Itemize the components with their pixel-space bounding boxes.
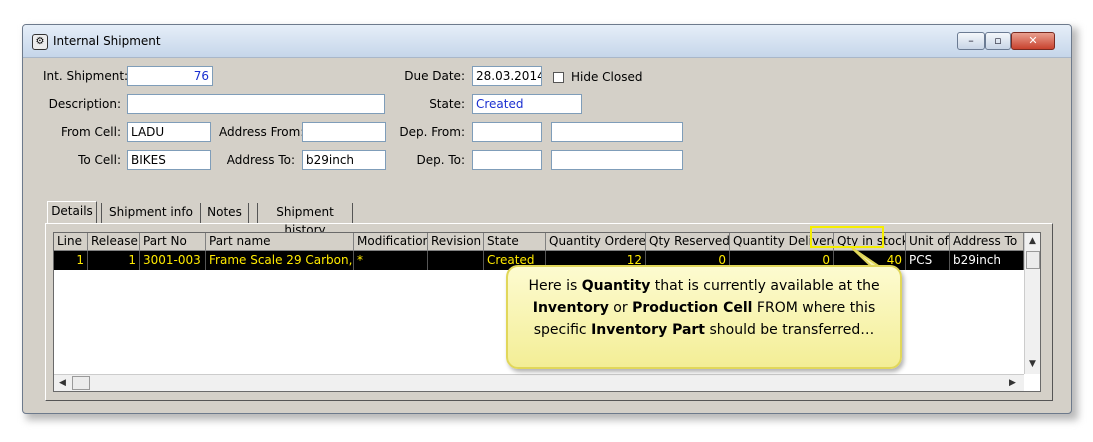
cell-line[interactable]: 1 xyxy=(54,251,88,270)
col-header-unit-of-measure[interactable]: Unit of xyxy=(906,233,950,251)
cell-release[interactable]: 1 xyxy=(88,251,140,270)
cell-address-to[interactable]: b29inch xyxy=(950,251,1024,270)
callout-line-2: Inventory or Production Cell FROM where … xyxy=(532,300,876,316)
horizontal-scrollbar[interactable]: ◀ ▶ xyxy=(54,374,1024,391)
dep-from-label: Dep. From: xyxy=(399,125,465,139)
col-header-line[interactable]: Line xyxy=(54,233,88,251)
col-header-part-name[interactable]: Part name xyxy=(206,233,354,251)
col-header-state[interactable]: State xyxy=(484,233,546,251)
col-header-address-to[interactable]: Address To xyxy=(950,233,1024,251)
hide-closed-label[interactable]: Hide Closed xyxy=(571,70,642,84)
tab-shipment-info[interactable]: Shipment info xyxy=(101,203,201,223)
dep-from-description-field[interactable] xyxy=(551,122,683,142)
dep-to-field[interactable] xyxy=(472,150,542,170)
col-header-qty-reserved[interactable]: Qty Reserved xyxy=(646,233,730,251)
dep-to-description-field[interactable] xyxy=(551,150,683,170)
from-cell-field[interactable]: LADU xyxy=(127,122,211,142)
dep-from-field[interactable] xyxy=(472,122,542,142)
state-field[interactable]: Created xyxy=(472,94,582,114)
col-header-revision[interactable]: Revision xyxy=(428,233,484,251)
tab-shipment-history[interactable]: Shipment history xyxy=(257,203,353,237)
description-field[interactable] xyxy=(127,94,385,114)
from-cell-label: From Cell: xyxy=(60,125,121,139)
address-from-field[interactable] xyxy=(302,122,386,142)
scroll-right-icon[interactable]: ▶ xyxy=(1009,378,1016,388)
address-to-label: Address To: xyxy=(226,153,295,167)
col-header-modification[interactable]: Modification xyxy=(354,233,428,251)
horizontal-scroll-thumb[interactable] xyxy=(72,376,90,390)
vertical-scroll-thumb[interactable] xyxy=(1026,251,1040,269)
close-button[interactable]: ✕ xyxy=(1011,32,1055,50)
vertical-scrollbar[interactable]: ▲ ▼ xyxy=(1024,233,1040,374)
scroll-left-icon[interactable]: ◀ xyxy=(59,378,66,388)
col-header-quantity-ordered[interactable]: Quantity Ordered xyxy=(546,233,646,251)
qty-in-stock-highlight xyxy=(810,226,884,248)
scroll-down-icon[interactable]: ▼ xyxy=(1029,359,1036,369)
due-date-field[interactable]: 28.03.2014 xyxy=(472,66,542,86)
tab-notes[interactable]: Notes xyxy=(201,203,249,223)
cell-part-no[interactable]: 3001-003 xyxy=(140,251,206,270)
state-label: State: xyxy=(429,97,465,111)
tab-details[interactable]: Details xyxy=(47,201,97,223)
gear-icon[interactable]: ⚙ xyxy=(32,34,48,50)
maximize-button[interactable]: ▫ xyxy=(985,32,1011,50)
description-label: Description: xyxy=(48,97,121,111)
int-shipment-field[interactable]: 76 xyxy=(127,66,213,86)
col-header-release[interactable]: Release xyxy=(88,233,140,251)
due-date-label: Due Date: xyxy=(404,69,465,83)
callout-line-3: specific Inventory Part should be transf… xyxy=(533,322,875,338)
scroll-up-icon[interactable]: ▲ xyxy=(1029,236,1036,246)
col-header-part-no[interactable]: Part No xyxy=(140,233,206,251)
address-to-field[interactable]: b29inch xyxy=(302,150,386,170)
int-shipment-label: Int. Shipment: xyxy=(43,69,129,83)
title-bar[interactable]: ⚙ Internal Shipment – ▫ ✕ xyxy=(23,25,1071,58)
callout-line-1: Here is Quantity that is currently avail… xyxy=(528,278,880,294)
to-cell-label: To Cell: xyxy=(78,153,121,167)
annotation-callout: Here is Quantity that is currently avail… xyxy=(506,265,902,369)
address-from-label: Address From: xyxy=(219,125,305,139)
dep-to-label: Dep. To: xyxy=(416,153,465,167)
cell-modification[interactable]: * xyxy=(354,251,428,270)
to-cell-field[interactable]: BIKES xyxy=(127,150,211,170)
window-title: Internal Shipment xyxy=(53,34,161,48)
cell-part-name[interactable]: Frame Scale 29 Carbon, IMP xyxy=(206,251,354,270)
minimize-button[interactable]: – xyxy=(957,32,985,50)
cell-unit-of-measure[interactable]: PCS xyxy=(906,251,950,270)
cell-revision[interactable] xyxy=(428,251,484,270)
hide-closed-checkbox[interactable] xyxy=(553,72,564,83)
